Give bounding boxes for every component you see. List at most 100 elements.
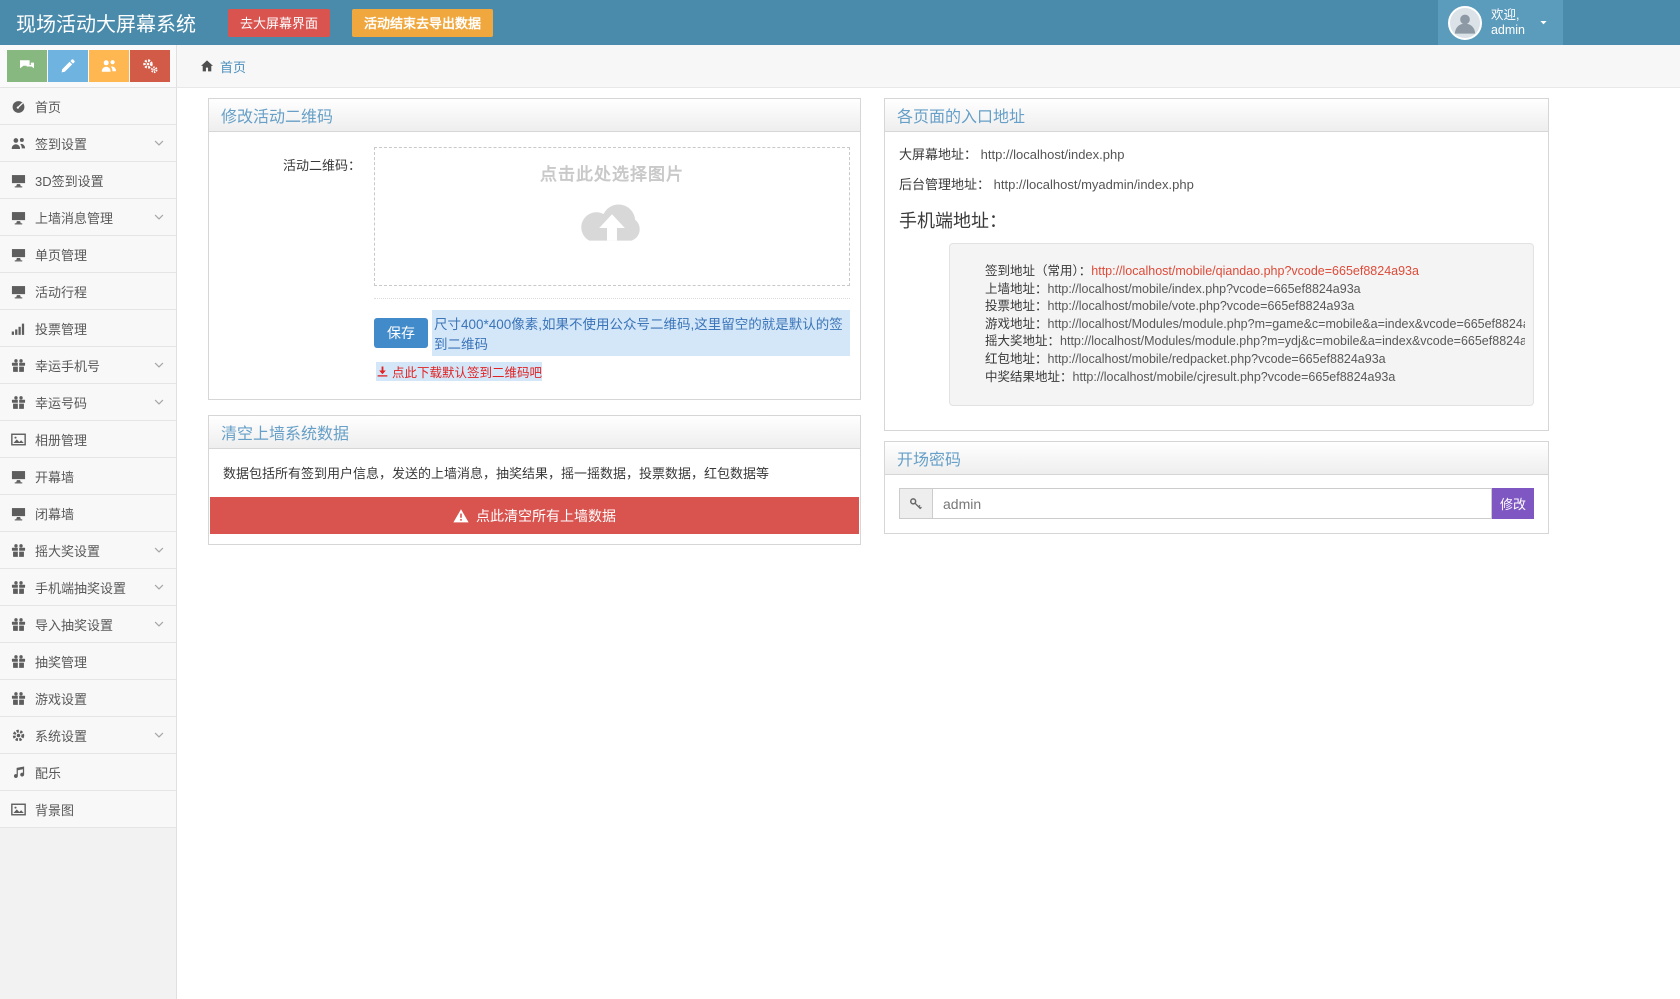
sidebar-item-label: 开幕墙 [35,469,75,485]
big-screen-url-link[interactable]: http://localhost/index.php [981,147,1125,162]
mobile-addresses-heading: 手机端地址： [899,211,1007,231]
welcome-text: 欢迎, [1490,7,1520,22]
sidebar-item-label: 相册管理 [35,432,88,448]
clear-button-label: 点此清空所有上墙数据 [476,507,616,524]
gift-icon [11,654,26,669]
sidebar-item-event-schedule[interactable]: 活动行程 [0,273,176,310]
sidebar-item-lottery-management[interactable]: 抽奖管理 [0,643,176,680]
gears-icon [142,58,158,74]
sidebar-item-vote-management[interactable]: 投票管理 [0,310,176,347]
sidebar-item-game-settings[interactable]: 游戏设置 [0,680,176,717]
shortcut-comments-button[interactable] [7,50,47,82]
opening-password-panel: 开场密码 修改 [884,441,1549,535]
pencil-icon [60,58,76,74]
password-panel-title: 开场密码 [897,452,962,470]
breadcrumb: 首页 [177,45,1680,88]
sidebar-item-label: 抽奖管理 [35,654,88,670]
mobile-url-line: 红包地址：http://localhost/mobile/redpacket.p… [985,351,1386,366]
sidebar-item-home[interactable]: 首页 [0,88,176,125]
mobile-url-line: 中奖结果地址：http://localhost/mobile/cjresult.… [985,369,1396,384]
clear-description: 数据包括所有签到用户信息，发送的上墙消息，抽奖结果，摇一摇数据，投票数据，红包数… [223,466,770,481]
sidebar-item-import-lottery-settings[interactable]: 导入抽奖设置 [0,606,176,643]
mobile-url-line: 签到地址（常用）：http://localhost/mobile/qiandao… [985,264,1419,278]
modify-password-button[interactable]: 修改 [1492,488,1534,520]
mobile-url-link[interactable]: http://localhost/mobile/index.php?vcode=… [1048,282,1361,296]
gift-icon [11,691,26,706]
sidebar-menu: 首页 签到设置 3D签到设置上墙消息管理单页管理活动行程投票管理幸运手机号幸运号码相… [0,88,176,828]
sidebar-item-label: 幸运手机号 [35,358,101,374]
save-button[interactable]: 保存 [374,318,428,348]
sidebar-item-label: 活动行程 [35,284,88,300]
mobile-url-line: 上墙地址：http://localhost/mobile/index.php?v… [985,281,1361,296]
sidebar-item-closing-wall[interactable]: 闭幕墙 [0,495,176,532]
home-icon [200,59,214,73]
gift-icon [11,543,26,558]
admin-url-link[interactable]: http://localhost/myadmin/index.php [994,177,1194,192]
shortcut-users-button[interactable] [89,50,129,82]
sidebar-item-album-management[interactable]: 相册管理 [0,421,176,458]
user-menu[interactable]: 欢迎, admin [1437,0,1563,45]
sidebar-item-single-page-management[interactable]: 单页管理 [0,236,176,273]
gift-icon [11,358,26,373]
sidebar-item-system-settings[interactable]: 系统设置 [0,717,176,754]
key-icon [909,497,923,511]
sidebar-item-background-image[interactable]: 背景图 [0,791,176,828]
qr-panel-title: 修改活动二维码 [221,109,334,126]
users-icon [101,58,117,74]
music-icon [11,765,26,780]
sidebar-item-wall-message-management[interactable]: 上墙消息管理 [0,199,176,236]
mobile-url-link[interactable]: http://localhost/mobile/qiandao.php?vcod… [1091,264,1419,278]
mobile-url-link[interactable]: http://localhost/Modules/module.php?m=yd… [1060,334,1525,348]
desktop-icon [11,173,26,188]
upload-placeholder: 点击此处选择图片 [540,165,684,184]
chevron-down-icon [153,544,165,556]
clear-data-panel: 清空上墙系统数据 数据包括所有签到用户信息，发送的上墙消息，抽奖结果，摇一摇数据… [208,415,861,545]
sidebar-item-label: 游戏设置 [35,691,88,707]
sidebar-item-label: 上墙消息管理 [35,210,114,226]
chevron-down-icon [153,396,165,408]
sidebar-item-label: 幸运号码 [35,395,88,411]
sidebar-item-mobile-lottery-settings[interactable]: 手机端抽奖设置 [0,569,176,606]
breadcrumb-home-link[interactable]: 首页 [200,57,246,76]
caret-down-icon [1538,17,1549,28]
chevron-down-icon [153,137,165,149]
sidebar-item-3d-signin-settings[interactable]: 3D签到设置 [0,162,176,199]
entry-panel-title: 各页面的入口地址 [897,109,1026,126]
navbar: 现场活动大屏幕系统 去大屏幕界面 活动结束去导出数据 欢迎, admin [0,0,1680,45]
mobile-url-link[interactable]: http://localhost/mobile/vote.php?vcode=6… [1048,299,1355,313]
export-data-button[interactable]: 活动结束去导出数据 [352,8,494,37]
chevron-down-icon [153,211,165,223]
divider [374,298,850,299]
admin-address: 后台管理地址： http://localhost/myadmin/index.p… [899,177,1194,192]
sidebar-item-label: 配乐 [35,765,62,781]
shortcut-pencil-button[interactable] [48,50,88,82]
sidebar-item-lucky-number[interactable]: 幸运号码 [0,384,176,421]
sidebar-item-signin-settings[interactable]: 签到设置 [0,125,176,162]
sidebar-item-label: 投票管理 [35,321,88,337]
shortcut-gears-button[interactable] [130,50,170,82]
opening-password-input[interactable] [932,488,1492,520]
sidebar-item-lucky-phone-number[interactable]: 幸运手机号 [0,347,176,384]
comments-icon [19,58,35,74]
sub-header: 首页 [0,45,1680,88]
app-title: 现场活动大屏幕系统 [16,14,196,36]
warning-icon [453,508,469,524]
sidebar-item-label: 闭幕墙 [35,506,75,522]
sidebar-item-label: 背景图 [35,802,75,818]
sidebar-item-shake-prize-settings[interactable]: 摇大奖设置 [0,532,176,569]
desktop-icon [11,284,26,299]
go-big-screen-button[interactable]: 去大屏幕界面 [228,8,331,37]
mobile-url-link[interactable]: http://localhost/mobile/redpacket.php?vc… [1048,352,1386,366]
chevron-down-icon [153,581,165,593]
sidebar-item-opening-wall[interactable]: 开幕墙 [0,458,176,495]
download-default-qr-link[interactable]: 点此下载默认签到二维码吧 [376,362,543,381]
clear-all-data-button[interactable]: 点此清空所有上墙数据 [210,497,859,534]
mobile-url-link[interactable]: http://localhost/mobile/cjresult.php?vco… [1073,370,1396,384]
clear-panel-title: 清空上墙系统数据 [221,426,350,443]
desktop-icon [11,469,26,484]
image-upload-dropzone[interactable]: 点击此处选择图片 [374,147,850,286]
sidebar-item-music[interactable]: 配乐 [0,754,176,791]
gift-icon [11,617,26,632]
mobile-url-link[interactable]: http://localhost/Modules/module.php?m=ga… [1048,317,1525,331]
sidebar-item-label: 摇大奖设置 [35,543,101,559]
